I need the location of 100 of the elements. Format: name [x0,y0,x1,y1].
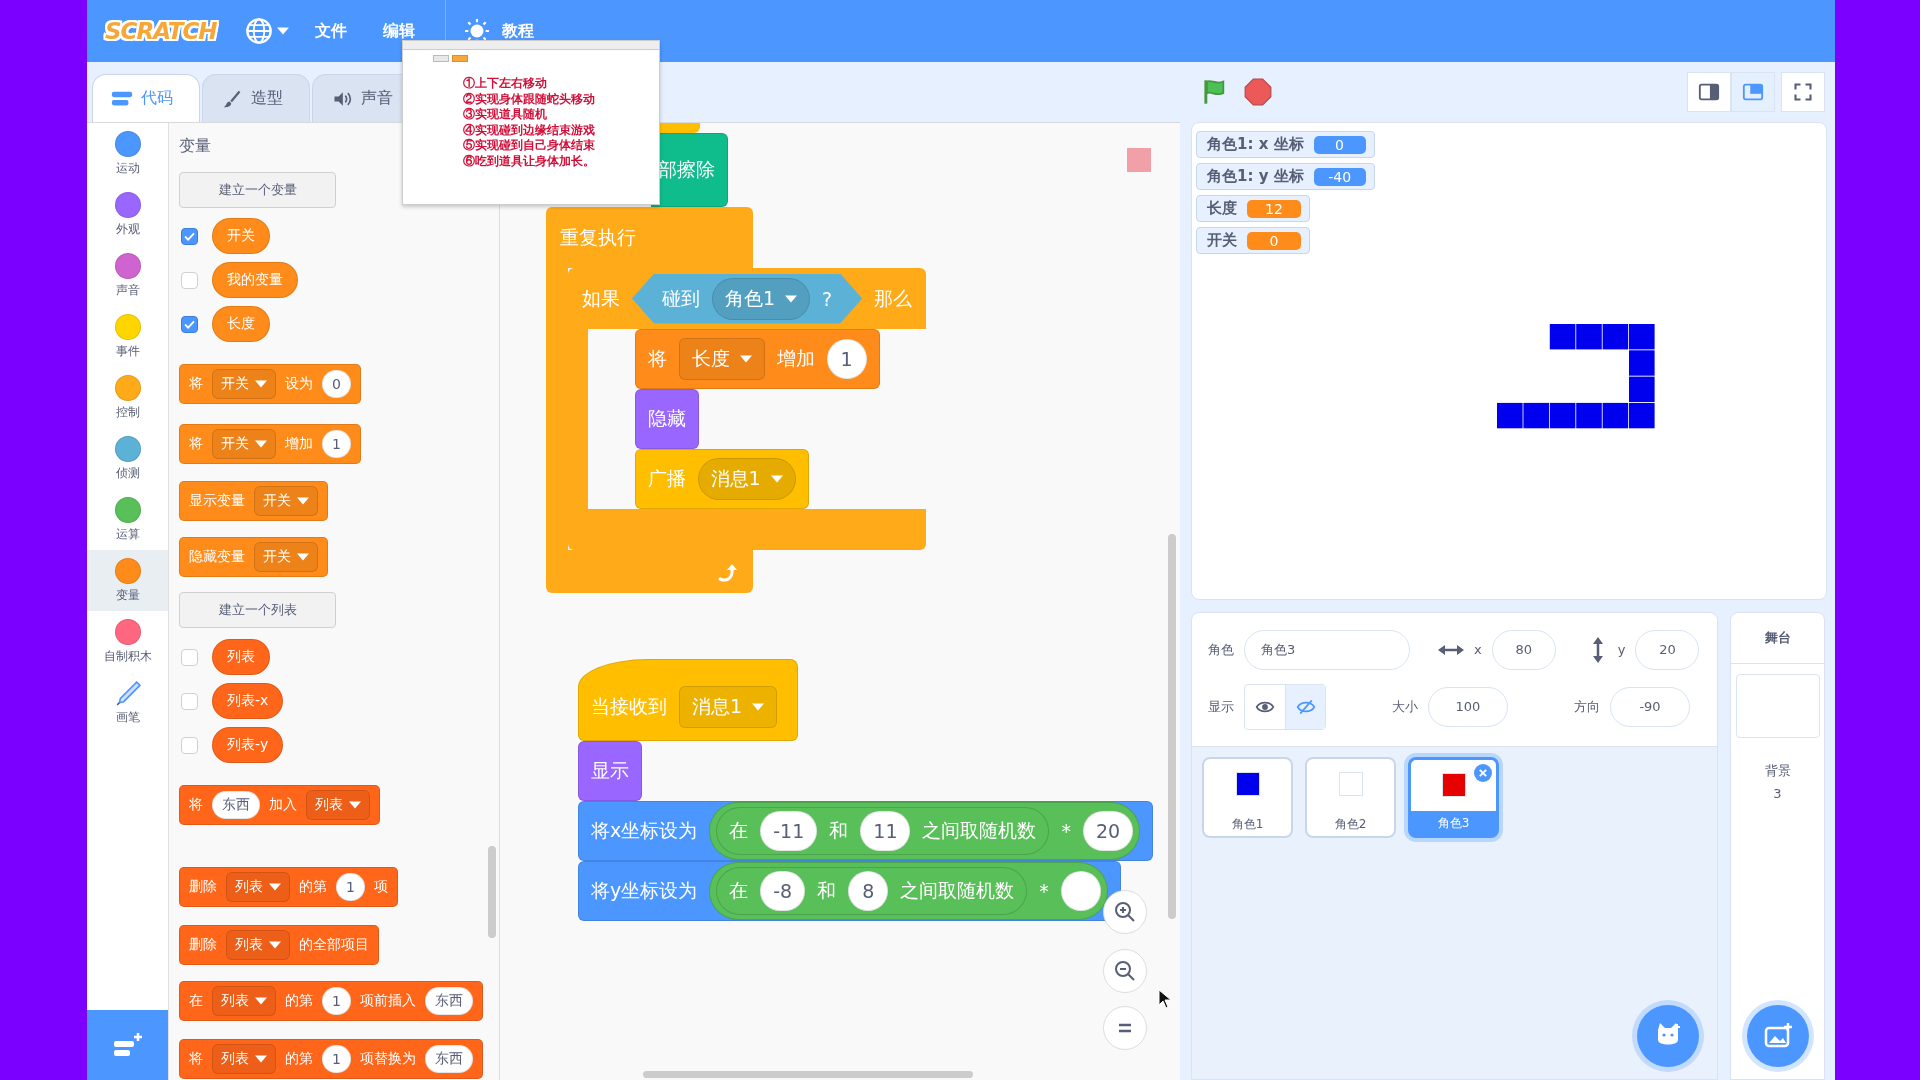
palette-button[interactable]: 建立一个变量 [179,172,336,208]
stage-heading: 舞台 [1731,613,1824,664]
block-label: 显示 [591,758,629,783]
block-dropdown[interactable]: 列表 [212,1044,276,1074]
block-dropdown[interactable]: 列表 [212,986,276,1016]
mini-button[interactable] [433,55,449,62]
block-dropdown[interactable]: 列表 [306,790,370,820]
caret-icon [297,553,309,561]
scrollbar[interactable] [1168,534,1176,919]
stop-icon[interactable] [1244,78,1272,106]
value-input[interactable]: -11 [760,811,818,851]
value-input[interactable]: 东西 [424,1045,473,1073]
sprite-tile[interactable]: 角色1 [1202,757,1293,838]
block-label: 将 [647,346,667,371]
field-label: x [1474,642,1482,657]
reporter-block[interactable]: 在 -11 和 11 之间取随机数 * 20 [709,802,1141,860]
monitor-label: 角色1: y 坐标 [1207,167,1304,186]
scrollbar[interactable] [488,846,496,938]
stage-selector[interactable]: 舞台 背景 3 [1730,612,1825,1080]
value-input[interactable]: 1 [336,873,365,901]
zoom-reset-button[interactable] [1103,1006,1147,1050]
value-input[interactable]: 20 [1083,811,1134,851]
block-label: 部擦除 [658,157,715,182]
category-item[interactable]: 运动 [87,123,168,184]
monitor-value: 0 [1313,135,1366,154]
tick-icon [184,231,195,241]
code-block[interactable]: 隐藏 [634,389,699,449]
code-block[interactable]: 将 东西 加入 列表 [179,785,380,825]
category-item[interactable]: 外观 [87,184,168,245]
code-block[interactable]: 将 列表 的第 1 项替换为 东西 [179,1039,483,1079]
monitor-label: 长度 [1207,199,1237,218]
fullscreen-icon [1792,82,1814,102]
category-item[interactable]: 自制积木 [87,611,168,672]
sprite-name: 角色1 [1230,816,1265,833]
field-label: 大小 [1392,697,1418,716]
value-input[interactable] [1060,871,1101,911]
caret-icon [276,27,289,35]
value-input[interactable]: 1 [322,1045,351,1073]
block-dropdown[interactable]: 列表 [226,872,290,902]
block-label: 将y坐标设为 [591,878,698,903]
tab[interactable]: 造型 [202,74,310,122]
reporter-block[interactable]: 在 -11 和 11 之间取随机数 [716,807,1050,855]
code-block[interactable]: 删除 列表 的第 1 项 [179,867,398,907]
category-item[interactable]: 控制 [87,367,168,428]
code-block[interactable]: 将 开关 增加 1 [179,424,361,464]
caret-icon [752,703,765,711]
checkbox[interactable] [181,315,198,333]
block-label: 的第 [285,992,313,1010]
value-input[interactable]: 1 [322,987,351,1015]
category-item[interactable]: 变量 [87,550,168,611]
reporter-block[interactable]: 在 -8 和 8 之间取随机数 [716,867,1028,915]
small-stage-button[interactable] [1687,72,1731,112]
block-label: 碰到 [662,285,700,311]
value-input[interactable]: 东西 [212,791,260,819]
value-input[interactable]: 1 [322,430,351,458]
value-input[interactable]: 1 [826,339,867,379]
instruction-line: ⑥吃到道具让身体加长。 [463,153,595,169]
fullscreen-button[interactable] [1781,72,1825,112]
code-block[interactable]: 显示 [578,741,642,801]
zoom-out-button[interactable] [1103,949,1147,993]
language-menu[interactable] [244,17,289,45]
code-block[interactable]: 将y坐标设为 在 -8 和 8 之间取随机数 * [578,861,1121,921]
value-input[interactable]: -8 [760,871,806,911]
block-label: 之间取随机数 [922,818,1037,843]
block-label: 在 [189,992,203,1010]
value-input[interactable]: 0 [322,370,351,398]
monitor-value: -40 [1313,167,1366,186]
delete-icon[interactable] [1474,764,1492,782]
palette-button[interactable]: 建立一个列表 [179,592,336,628]
monitor-value: 0 [1247,231,1301,250]
block-label: 和 [817,878,837,903]
code-block[interactable]: 将 开关 设为 0 [179,364,361,404]
category-item[interactable]: 画笔 [87,672,168,733]
block-label: 隐藏 [647,406,686,431]
block-label: 项前插入 [359,992,416,1010]
code-block[interactable]: 删除 列表 的全部项目 [179,925,379,965]
code-block[interactable]: 将 长度 增加 1 [634,329,880,389]
code-block[interactable]: 将x坐标设为 在 -11 和 11 之间取随机数 * 20 [578,801,1154,861]
checkbox[interactable] [181,227,198,245]
reporter-block[interactable]: 在 -8 和 8 之间取随机数 * [709,862,1108,920]
add-extension-button[interactable] [87,1010,168,1080]
block-label: ? [822,287,833,310]
scrollbar[interactable] [643,1071,973,1078]
category-item[interactable]: 运算 [87,489,168,550]
value-input[interactable]: 东西 [424,987,473,1015]
block-dropdown[interactable]: 列表 [226,930,290,960]
block-label: 将 [189,1050,203,1068]
value-input[interactable]: 8 [848,871,889,911]
zoom-in-button[interactable] [1103,890,1147,934]
block-label: 增加 [285,435,313,453]
sprite-tile[interactable]: 角色2 [1305,757,1396,838]
instruction-line: ⑤实现碰到自己身体结束 [463,138,595,154]
block-label: * [1039,880,1049,902]
instruction-line: ②实现身体跟随蛇头移动 [463,91,595,107]
block-label: * [1061,820,1071,842]
category-item[interactable]: 侦测 [87,428,168,489]
code-block[interactable]: 在 列表 的第 1 项前插入 东西 [179,981,483,1021]
value-input[interactable]: 11 [860,811,911,851]
category-item[interactable]: 声音 [87,245,168,306]
category-item[interactable]: 事件 [87,306,168,367]
